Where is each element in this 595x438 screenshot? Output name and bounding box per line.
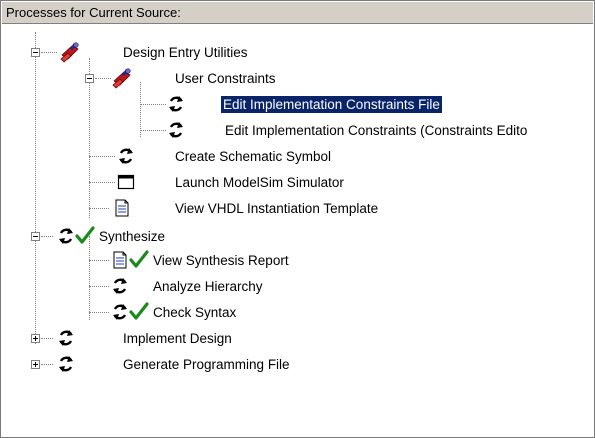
tree-item-implement-design[interactable]: Implement Design [121, 330, 234, 347]
tree-line [89, 236, 90, 320]
collapse-toggle[interactable] [31, 232, 40, 241]
tree-item-user-constraints[interactable]: User Constraints [173, 70, 278, 87]
check-icon [129, 250, 149, 268]
tree-line [140, 104, 166, 105]
tree-line [41, 52, 57, 53]
check-icon [129, 302, 149, 320]
tree-line [35, 32, 36, 344]
document-icon [115, 199, 129, 217]
toolbox-icon [112, 68, 131, 89]
process-icon [113, 304, 127, 320]
tree-item-edit-implementation-constraints-file[interactable]: Edit Implementation Constraints File [221, 96, 442, 113]
tree-line [140, 130, 166, 131]
panel-title: Processes for Current Source: [6, 5, 181, 20]
toolbox-icon [60, 42, 79, 63]
collapse-toggle[interactable] [31, 48, 40, 57]
process-icon [169, 96, 183, 112]
process-icon [59, 228, 73, 244]
check-icon [75, 226, 95, 244]
tree-line [41, 338, 53, 339]
tree-item-design-entry-utilities[interactable]: Design Entry Utilities [121, 44, 250, 61]
expand-toggle[interactable] [31, 334, 40, 343]
tree-line [89, 208, 109, 209]
tree-line [89, 156, 115, 157]
panel-header: Processes for Current Source: [2, 2, 593, 24]
process-icon [59, 356, 73, 372]
tree-line [89, 260, 109, 261]
processes-panel: Processes for Current Source: Design Ent… [0, 0, 595, 438]
expand-toggle[interactable] [31, 360, 40, 369]
process-tree[interactable]: Design Entry Utilities User Constraints … [1, 25, 594, 437]
tree-line [41, 236, 53, 237]
process-icon [169, 122, 183, 138]
tree-item-check-syntax[interactable]: Check Syntax [151, 304, 238, 321]
tree-line [41, 364, 53, 365]
tree-item-generate-programming-file[interactable]: Generate Programming File [121, 356, 292, 373]
tree-item-synthesize[interactable]: Synthesize [97, 228, 167, 245]
tree-item-analyze-hierarchy[interactable]: Analyze Hierarchy [151, 278, 265, 295]
process-icon [119, 148, 133, 164]
tree-item-edit-constraints-editor[interactable]: Edit Implementation Constraints (Constra… [223, 122, 529, 139]
collapse-toggle[interactable] [85, 74, 94, 83]
tree-line [140, 82, 141, 137]
tree-item-create-schematic-symbol[interactable]: Create Schematic Symbol [173, 148, 333, 165]
tree-item-launch-modelsim-simulator[interactable]: Launch ModelSim Simulator [173, 174, 346, 191]
document-icon [113, 251, 127, 269]
tree-item-view-synthesis-report[interactable]: View Synthesis Report [151, 252, 291, 269]
tree-item-view-vhdl-instantiation-template[interactable]: View VHDL Instantiation Template [173, 200, 380, 217]
tree-line [89, 286, 109, 287]
tree-line [95, 78, 111, 79]
process-icon [59, 330, 73, 346]
window-icon [117, 174, 135, 190]
process-icon [113, 278, 127, 294]
tree-line [89, 312, 109, 313]
tree-line [89, 182, 115, 183]
